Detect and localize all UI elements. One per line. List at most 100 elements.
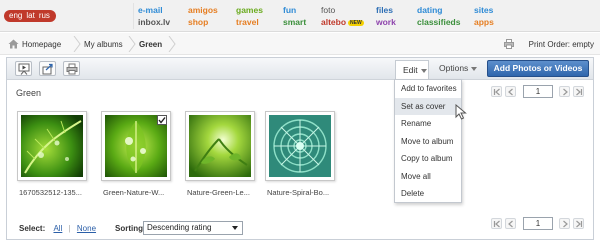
lang-eng[interactable]: eng (9, 11, 22, 20)
pager-bottom: 1 (491, 217, 587, 231)
edit-dropdown-menu: Add to favorites Set as cover Rename Mov… (394, 79, 462, 203)
portal-bar: eng lat rus e-mail inbox.lv amigos shop ga… (0, 0, 600, 32)
link-fun[interactable]: fun (283, 4, 306, 16)
link-travel[interactable]: travel (236, 16, 263, 28)
breadcrumb-separator-icon (168, 36, 176, 52)
portal-column: foto altebo NEW (321, 4, 364, 28)
portal-column: e-mail inbox.lv (138, 4, 170, 28)
select-label: Select: (19, 224, 46, 233)
menu-item-move-to-album[interactable]: Move to album (395, 133, 461, 151)
menu-item-delete[interactable]: Delete (395, 185, 461, 203)
last-page-icon (576, 88, 583, 96)
next-page-icon (563, 220, 568, 228)
chevron-down-icon (232, 226, 238, 230)
printer-icon (66, 63, 78, 75)
menu-item-copy-to-album[interactable]: Copy to album (395, 150, 461, 168)
share-icon (42, 63, 53, 75)
first-page-icon (493, 220, 500, 228)
link-classifieds[interactable]: classifieds (417, 16, 460, 28)
next-page-button[interactable] (559, 218, 570, 229)
portal-column: files work (376, 4, 396, 28)
link-altebo-label: altebo (321, 17, 347, 27)
prev-page-icon (508, 88, 513, 96)
portal-column: fun smart (283, 4, 306, 28)
photo-thumbnail[interactable] (185, 111, 255, 181)
breadcrumb-separator-icon (128, 36, 136, 52)
lang-lat[interactable]: lat (26, 11, 34, 20)
photo-checkbox[interactable] (157, 115, 167, 125)
sorting-value: Descending rating (147, 223, 212, 232)
link-dating[interactable]: dating (417, 4, 460, 16)
portal-column: sites apps (474, 4, 494, 28)
link-email[interactable]: e-mail (138, 4, 170, 16)
home-icon (8, 39, 19, 49)
divider (133, 3, 134, 29)
menu-item-add-to-favorites[interactable]: Add to favorites (395, 80, 461, 98)
pager-top: 1 (491, 85, 587, 99)
photo-image (269, 115, 331, 177)
chevron-down-icon (420, 68, 427, 73)
album-title: Green (16, 88, 42, 98)
next-page-icon (563, 88, 568, 96)
breadcrumb-albums[interactable]: My albums (84, 40, 123, 49)
edit-label: Edit (403, 65, 418, 75)
breadcrumb: Homepage My albums Green Print Order: em… (0, 33, 600, 55)
prev-page-button[interactable] (505, 218, 516, 229)
link-games[interactable]: games (236, 4, 263, 16)
next-page-button[interactable] (559, 86, 570, 97)
language-switcher: eng lat rus (4, 10, 56, 22)
photo-caption[interactable]: Nature-Spiral-Bo... (267, 188, 347, 197)
first-page-icon (493, 88, 500, 96)
album-panel: Edit Options Add Photos or Videos Green … (6, 57, 594, 240)
link-files[interactable]: files (376, 4, 396, 16)
photo-thumbnail[interactable] (265, 111, 335, 181)
link-shop[interactable]: shop (188, 16, 218, 28)
link-apps[interactable]: apps (474, 16, 494, 28)
last-page-button[interactable] (573, 86, 584, 97)
last-page-button[interactable] (573, 218, 584, 229)
album-toolbar: Edit Options Add Photos or Videos (7, 58, 593, 81)
menu-item-move-all[interactable]: Move all (395, 168, 461, 186)
chevron-down-icon (471, 66, 478, 71)
link-work[interactable]: work (376, 16, 396, 28)
link-foto[interactable]: foto (321, 4, 364, 16)
share-album-button[interactable] (39, 61, 56, 76)
select-none-link[interactable]: None (77, 224, 96, 233)
first-page-button[interactable] (491, 86, 502, 97)
link-inbox[interactable]: inbox.lv (138, 16, 170, 28)
menu-item-set-as-cover[interactable]: Set as cover (395, 97, 461, 115)
link-smart[interactable]: smart (283, 16, 306, 28)
select-separator: | (68, 224, 71, 233)
options-menu-button[interactable]: Options (439, 63, 478, 73)
breadcrumb-home[interactable]: Homepage (22, 40, 61, 49)
last-page-icon (576, 220, 583, 228)
edit-menu-button[interactable]: Edit (395, 60, 429, 81)
photo-caption[interactable]: Green-Nature-W... (103, 188, 183, 197)
link-amigos[interactable]: amigos (188, 4, 218, 16)
photo-image (21, 115, 83, 177)
link-sites[interactable]: sites (474, 4, 494, 16)
page-number-input[interactable]: 1 (523, 85, 553, 98)
print-order-link[interactable]: Print Order: empty (529, 40, 594, 49)
photo-caption[interactable]: Nature-Green-Le... (187, 188, 267, 197)
photo-thumbnail[interactable] (101, 111, 171, 181)
sorting-select[interactable]: Descending rating (143, 221, 243, 235)
prev-page-button[interactable] (505, 86, 516, 97)
lang-rus[interactable]: rus (39, 11, 50, 20)
link-altebo[interactable]: altebo NEW (321, 16, 364, 28)
sorting-label: Sorting: (115, 224, 146, 233)
page-number-input[interactable]: 1 (523, 217, 553, 230)
add-photos-button[interactable]: Add Photos or Videos (487, 60, 589, 77)
breadcrumb-separator-icon (73, 36, 81, 52)
printer-icon (504, 39, 514, 49)
print-album-button[interactable] (63, 61, 80, 76)
slideshow-button[interactable] (15, 61, 32, 76)
select-all-link[interactable]: All (53, 224, 62, 233)
first-page-button[interactable] (491, 218, 502, 229)
portal-column: amigos shop (188, 4, 218, 28)
mouse-cursor-icon (455, 104, 467, 120)
photo-image (189, 115, 251, 177)
photo-thumbnail[interactable] (17, 111, 87, 181)
photo-caption[interactable]: 1670532512-135... (19, 188, 99, 197)
menu-item-rename[interactable]: Rename (395, 115, 461, 133)
